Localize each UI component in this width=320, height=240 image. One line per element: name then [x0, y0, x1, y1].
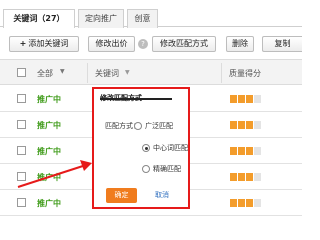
row-checkbox[interactable]	[17, 94, 26, 103]
quality-segment	[254, 147, 261, 155]
quality-score-bar	[230, 121, 262, 129]
tab-keywords[interactable]: 关键词（27）	[3, 9, 75, 28]
keyword-column-header[interactable]: 关键词	[95, 68, 119, 79]
copy-button[interactable]: 复制	[262, 36, 302, 52]
status-badge: 推广中	[37, 173, 61, 182]
quality-segment	[246, 95, 253, 103]
status-badge: 推广中	[37, 199, 61, 208]
sort-arrow-icon[interactable]: ▼	[125, 69, 130, 76]
quality-segment	[254, 199, 261, 207]
modify-bid-button[interactable]: 修改出价	[88, 36, 135, 52]
delete-button[interactable]: 删除	[226, 36, 254, 52]
filter-all-label[interactable]: 全部	[37, 68, 53, 79]
select-all-checkbox[interactable]	[17, 68, 26, 77]
status-badge: 推广中	[37, 95, 61, 104]
quality-segment	[238, 199, 245, 207]
row-checkbox[interactable]	[17, 120, 26, 129]
quality-score-bar	[230, 173, 262, 181]
quality-segment	[238, 147, 245, 155]
quality-segment	[246, 199, 253, 207]
quality-segment	[238, 173, 245, 181]
add-keyword-button[interactable]: + 添加关键词	[9, 36, 79, 52]
quality-score-bar	[230, 147, 262, 155]
row-checkbox[interactable]	[17, 198, 26, 207]
quality-score-bar	[230, 199, 262, 207]
quality-segment	[230, 121, 237, 129]
quality-segment	[230, 199, 237, 207]
quality-segment	[246, 173, 253, 181]
quality-segment	[254, 95, 261, 103]
quality-segment	[246, 121, 253, 129]
quality-segment	[238, 95, 245, 103]
modify-match-button[interactable]: 修改匹配方式	[152, 36, 216, 52]
dropdown-arrow-icon[interactable]: ▼	[60, 68, 65, 75]
tab-bar: 关键词（27） 定向推广 创意	[0, 0, 302, 28]
quality-segment	[254, 121, 261, 129]
quality-segment	[254, 173, 261, 181]
tab-targeted-promotion[interactable]: 定向推广	[78, 9, 124, 28]
plus-icon: +	[19, 39, 27, 48]
quality-segment	[230, 95, 237, 103]
cancel-link[interactable]: 取消	[155, 190, 169, 200]
status-badge: 推广中	[37, 121, 61, 130]
toolbar: + 添加关键词 修改出价 ? 修改匹配方式 删除 复制	[0, 28, 302, 58]
central-word-match-label: 中心词匹配	[153, 144, 188, 152]
column-divider	[87, 63, 88, 83]
central-word-match-radio[interactable]	[142, 144, 150, 152]
row-checkbox[interactable]	[17, 172, 26, 181]
column-divider	[221, 63, 222, 83]
title-strikethrough	[100, 98, 172, 100]
tab-creative[interactable]: 创意	[127, 9, 158, 28]
add-keyword-label: 添加关键词	[28, 39, 69, 48]
exact-match-label: 精确匹配	[153, 165, 181, 173]
broad-match-radio[interactable]	[134, 122, 142, 130]
quality-segment	[230, 147, 237, 155]
quality-score-bar	[230, 95, 262, 103]
quality-column-header[interactable]: 质量得分	[229, 68, 261, 79]
quality-segment	[246, 147, 253, 155]
broad-match-label: 广泛匹配	[145, 122, 173, 130]
table-header: 全部 ▼ 关键词 ▼ 质量得分	[0, 59, 302, 85]
exact-match-radio[interactable]	[142, 165, 150, 173]
quality-segment	[238, 121, 245, 129]
row-checkbox[interactable]	[17, 146, 26, 155]
match-type-popup: 修改匹配方式 匹配方式： 广泛匹配 中心词匹配 精确匹配 确定 取消	[92, 87, 190, 209]
help-icon[interactable]: ?	[138, 39, 148, 49]
quality-segment	[230, 173, 237, 181]
confirm-button[interactable]: 确定	[106, 188, 137, 203]
status-badge: 推广中	[37, 147, 61, 156]
